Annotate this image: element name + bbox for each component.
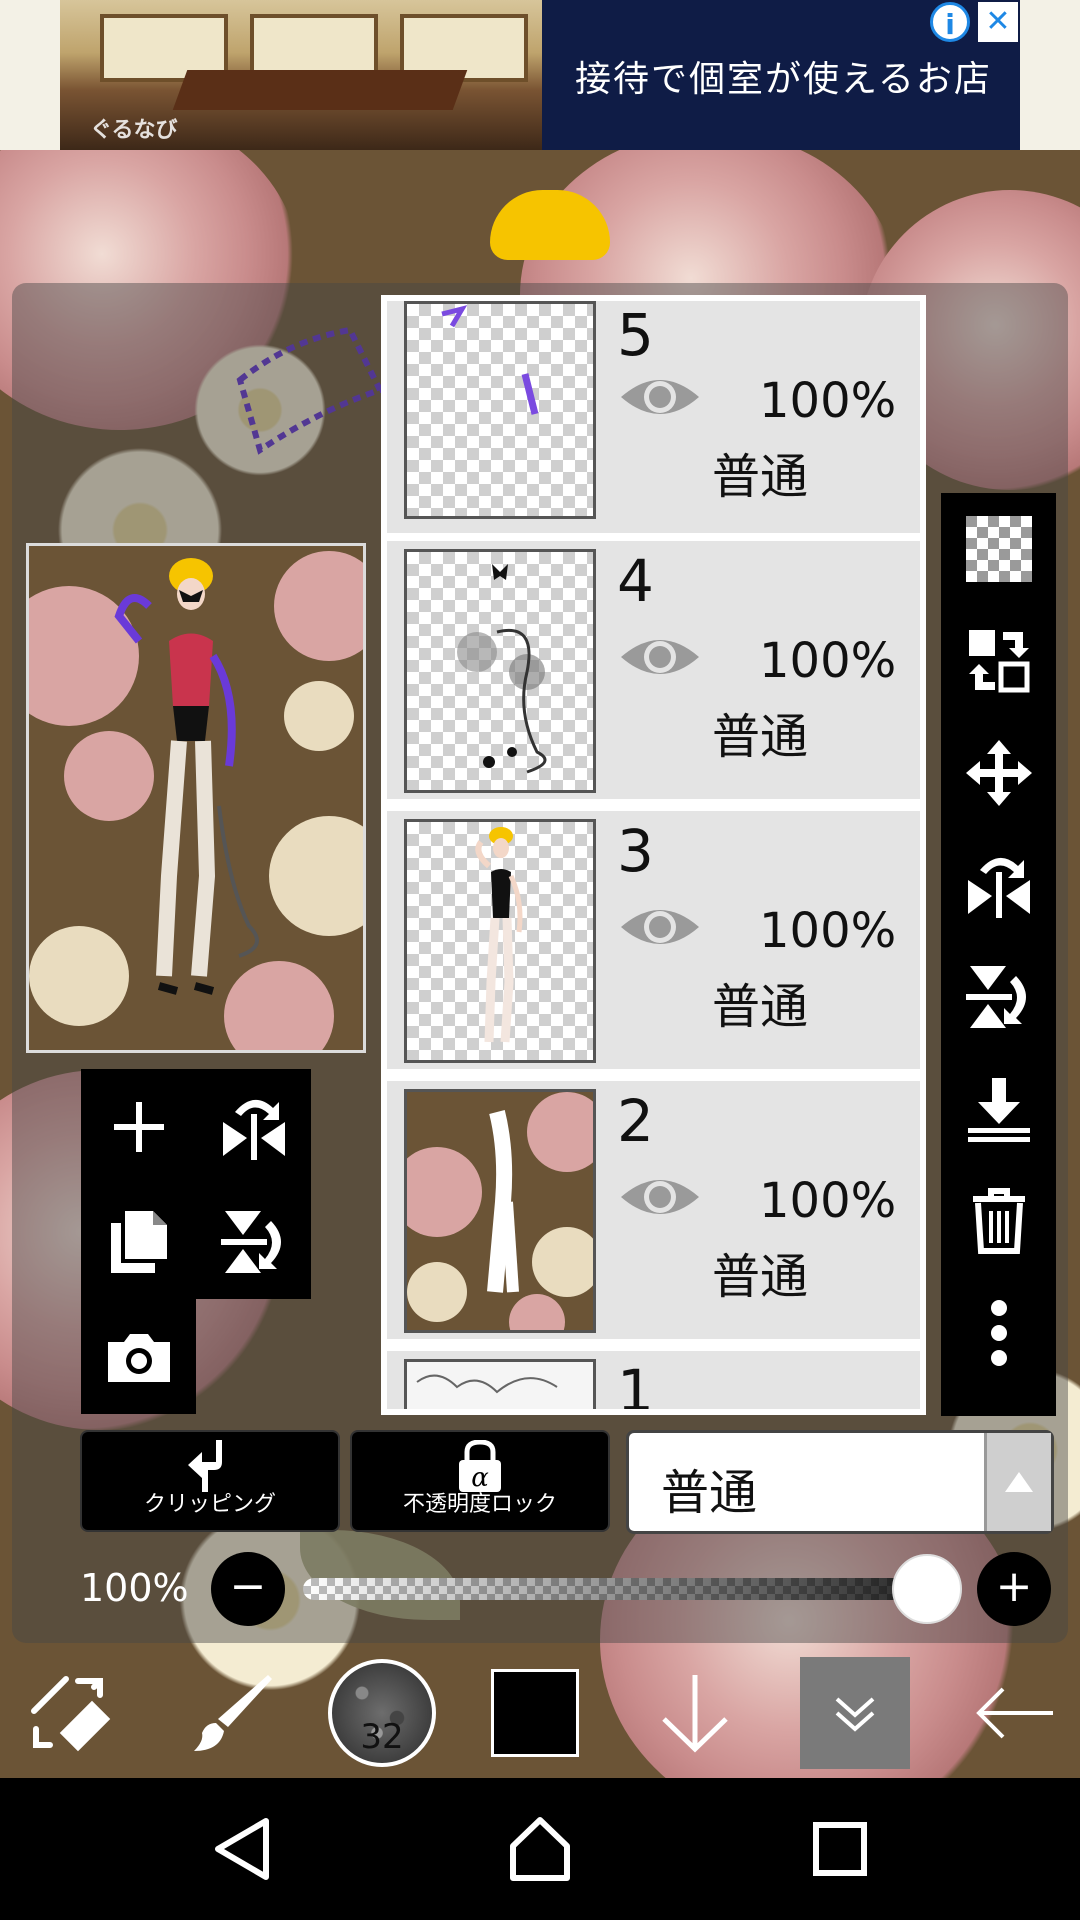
nav-back-icon[interactable] [197, 1804, 287, 1894]
back-arrow-icon[interactable] [960, 1648, 1070, 1778]
layer-thumbnail [404, 1089, 596, 1333]
layer-thumbnail-art [407, 1092, 593, 1330]
preview-artwork [29, 546, 363, 1050]
layer-number: 4 [617, 547, 654, 615]
brush-tool-icon[interactable] [170, 1648, 290, 1778]
brush-size-value: 32 [360, 1717, 404, 1757]
clipping-icon [82, 1440, 338, 1492]
brush-preview: 32 [328, 1659, 436, 1767]
layer-panel: 5 100% 普通 4 100% 普通 3 100% 普通 2 100% 普通 … [381, 295, 926, 1415]
layer-number: 2 [617, 1087, 654, 1155]
alpha-lock-button[interactable]: α 不透明度ロック [350, 1430, 610, 1532]
layer-row-3[interactable]: 3 100% 普通 [387, 811, 920, 1073]
layer-row-5[interactable]: 5 100% 普通 [387, 301, 920, 537]
layer-tools-strip [941, 493, 1056, 1416]
visibility-eye-icon[interactable] [619, 1169, 701, 1225]
layer-opacity: 100% [759, 633, 897, 689]
layer-row-1[interactable]: 1 [387, 1351, 920, 1409]
layer-actions-box [81, 1069, 311, 1414]
ad-banner-area: ぐるなび 接待で個室が使えるお店 i ✕ [0, 0, 1080, 150]
trash-icon[interactable] [941, 1165, 1056, 1277]
clipping-label: クリッピング [143, 1492, 276, 1517]
visibility-eye-icon[interactable] [619, 899, 701, 955]
layer-opacity: 100% [759, 903, 897, 959]
layer-number: 5 [617, 301, 654, 369]
layer-number: 3 [617, 817, 654, 885]
layer-thumbnail-art [475, 827, 523, 1043]
color-swatch [491, 1669, 579, 1757]
ad-text: 接待で個室が使えるお店 [575, 59, 992, 100]
layer-blend-mode: 普通 [712, 979, 809, 1035]
ad-photo-table [172, 70, 468, 110]
blend-mode-select[interactable]: 普通 [626, 1430, 1054, 1534]
ad-logo: ぐるなび [90, 118, 178, 143]
clipping-button[interactable]: クリッピング [80, 1430, 340, 1532]
nav-recents-icon[interactable] [795, 1804, 885, 1894]
layer-blend-mode: 普通 [712, 709, 809, 765]
layer-thumbnail [404, 549, 596, 793]
system-nav-bar [0, 1778, 1080, 1920]
nav-home-icon[interactable] [495, 1804, 585, 1894]
bottom-toolbar: 32 [0, 1648, 1080, 1778]
ad-banner[interactable]: ぐるなび 接待で個室が使えるお店 i ✕ [60, 0, 1020, 150]
ad-close-icon[interactable]: ✕ [978, 2, 1018, 42]
layer-blend-mode: 普通 [712, 1249, 809, 1305]
layer-row-2[interactable]: 2 100% 普通 [387, 1081, 920, 1343]
visibility-eye-icon[interactable] [619, 369, 701, 425]
layer-opacity: 100% [759, 373, 897, 429]
opacity-minus-button[interactable]: − [211, 1552, 285, 1626]
brush-size-button[interactable]: 32 [322, 1648, 442, 1778]
flip-vertical-icon[interactable] [941, 941, 1056, 1053]
opacity-slider-thumb[interactable] [892, 1554, 962, 1624]
canvas-preview[interactable] [26, 543, 366, 1053]
opacity-value: 100% [80, 1566, 189, 1610]
checkerboard-icon[interactable] [941, 493, 1056, 605]
layers-button[interactable] [800, 1648, 910, 1778]
transform-tool-icon[interactable] [10, 1648, 130, 1778]
visibility-eye-icon[interactable] [619, 629, 701, 685]
layer-thumbnail [404, 819, 596, 1063]
blend-mode-value: 普通 [661, 1465, 758, 1521]
layer-thumbnail [404, 1359, 596, 1409]
flip-horizontal-icon[interactable] [196, 1069, 311, 1184]
merge-down-icon[interactable] [941, 1053, 1056, 1165]
triangle-up-icon[interactable] [984, 1433, 1051, 1531]
layer-thumbnail [404, 301, 596, 519]
arrow-down-icon[interactable] [640, 1648, 750, 1778]
layer-thumbnail-art [416, 1374, 558, 1394]
ad-info-icon[interactable]: i [930, 2, 970, 42]
alpha-lock-label: 不透明度ロック [402, 1492, 557, 1517]
swap-layer-icon[interactable] [941, 605, 1056, 717]
layer-opacity: 100% [759, 1173, 897, 1229]
layer-thumbnail-art [457, 564, 547, 774]
layer-blend-mode: 普通 [712, 449, 809, 505]
flip-horizontal-icon[interactable] [941, 829, 1056, 941]
flip-vertical-icon[interactable] [196, 1184, 311, 1299]
layer-list[interactable]: 5 100% 普通 4 100% 普通 3 100% 普通 2 100% 普通 … [387, 301, 920, 1409]
move-icon[interactable] [941, 717, 1056, 829]
ad-photo: ぐるなび [60, 0, 542, 150]
opacity-plus-button[interactable]: + [977, 1552, 1051, 1626]
add-layer-icon[interactable] [81, 1069, 196, 1184]
opacity-slider[interactable] [303, 1578, 933, 1600]
camera-icon[interactable] [81, 1299, 196, 1414]
copy-layer-icon[interactable] [81, 1184, 196, 1299]
layer-thumbnail-art [441, 305, 539, 415]
layer-number: 1 [617, 1357, 654, 1409]
color-button[interactable] [480, 1648, 590, 1778]
lock-icon: α [352, 1440, 608, 1492]
double-chevron-down-icon [800, 1657, 910, 1769]
more-vert-icon[interactable] [941, 1277, 1056, 1389]
layer-row-4[interactable]: 4 100% 普通 [387, 541, 920, 803]
